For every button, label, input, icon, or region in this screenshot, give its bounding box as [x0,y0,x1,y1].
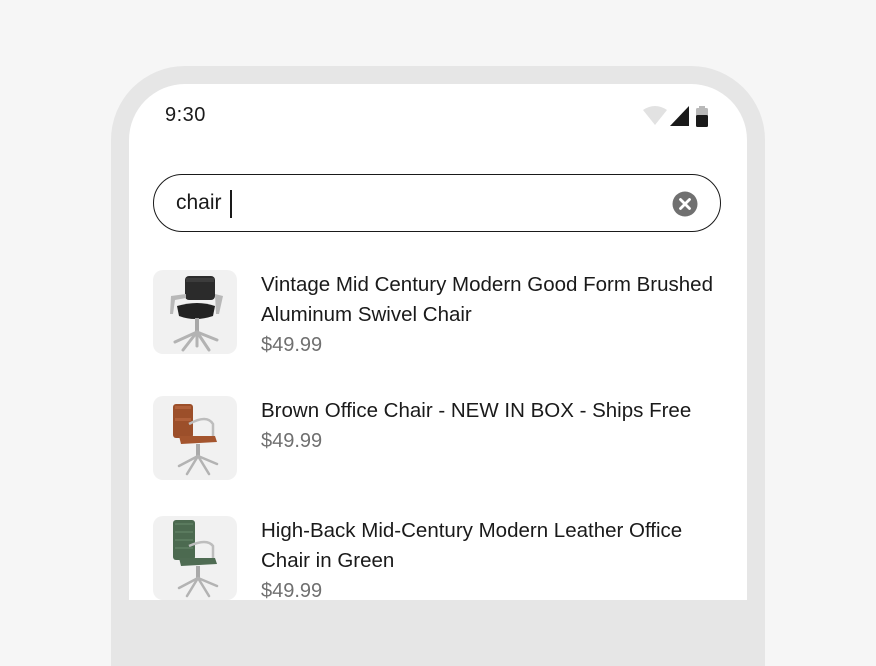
battery-icon [696,106,708,127]
product-thumbnail [153,396,237,480]
result-title: Brown Office Chair - NEW IN BOX - Ships … [261,399,692,422]
result-text: Vintage Mid Century Modern Good Form Bru… [261,270,723,360]
black-leather-chair-image [170,276,223,352]
brown-office-chair-image [173,404,219,476]
search-input[interactable] [176,175,646,230]
result-title: Vintage Mid Century Modern Good Form Bru… [261,273,713,326]
search-box[interactable] [153,174,721,232]
wifi-icon [643,106,667,125]
result-price: $49.99 [261,334,323,356]
signal-icon [670,106,689,126]
result-text: High-Back Mid-Century Modern Leather Off… [261,516,723,600]
result-title: High-Back Mid-Century Modern Leather Off… [261,519,683,572]
clear-search-icon[interactable] [672,191,698,217]
result-price: $49.99 [261,430,323,452]
green-office-chair-image [173,520,219,598]
result-text: Brown Office Chair - NEW IN BOX - Ships … [261,396,723,456]
product-thumbnail [153,270,237,354]
product-thumbnail [153,516,237,600]
status-time: 9:30 [165,104,206,126]
status-icons [643,106,708,127]
phone-screen: 9:30 chair Vintage Mid Century Modern Go… [129,84,747,600]
status-bar: 9:30 [129,84,747,144]
result-price: $49.99 [261,580,323,600]
text-caret [230,190,232,218]
